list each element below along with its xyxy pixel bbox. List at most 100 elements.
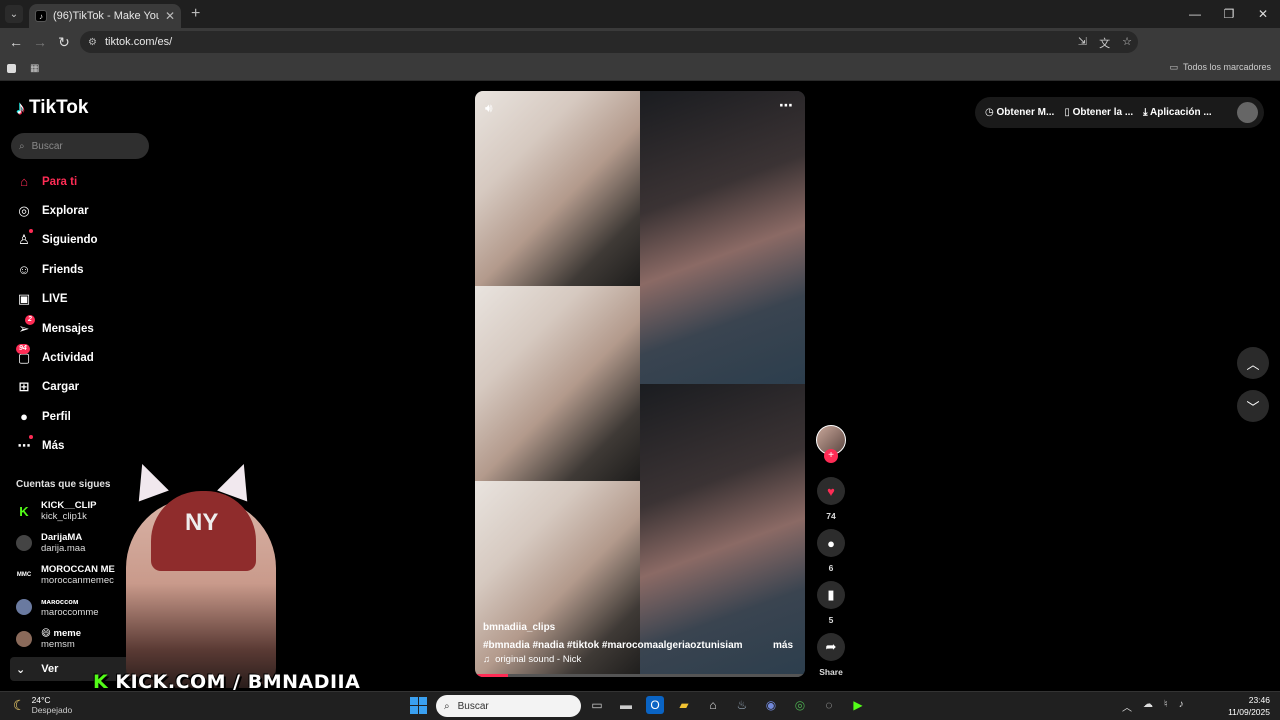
nav-label: Explorar bbox=[42, 205, 89, 218]
sidebar-item-explorar[interactable]: ◎ Explorar bbox=[16, 196, 156, 225]
translate-icon[interactable]: 文 bbox=[1099, 35, 1110, 51]
chrome-icon[interactable]: ◎ bbox=[791, 696, 809, 714]
comment-button[interactable]: ● 6 bbox=[815, 529, 847, 573]
taskbar-search[interactable]: ⌕ Buscar bbox=[436, 695, 581, 717]
video-progress[interactable] bbox=[475, 674, 805, 677]
browser-tab[interactable]: ♪ (96)TikTok - Make Your Day ✕ bbox=[29, 4, 181, 28]
like-button[interactable]: ♥ 74 bbox=[815, 477, 847, 521]
webcam-overlay: NY bbox=[96, 458, 314, 688]
kick-app-icon[interactable]: ▶ bbox=[849, 696, 867, 714]
tiktok-logo[interactable]: ♪ TikTok bbox=[16, 97, 88, 119]
back-button[interactable]: ← bbox=[4, 34, 28, 50]
forward-button[interactable]: → bbox=[28, 34, 52, 50]
nav-label: Friends bbox=[42, 263, 84, 276]
reload-button[interactable]: ↻ bbox=[52, 34, 76, 51]
ny-logo: NY bbox=[185, 509, 219, 536]
activity-icon: ▢ 94 bbox=[16, 344, 31, 366]
sidebar-item-para-ti[interactable]: ⌂ Para ti bbox=[16, 167, 156, 196]
follow-plus-icon[interactable]: + bbox=[824, 449, 838, 463]
get-app-button[interactable]: ▯ Obtener la ... bbox=[1064, 107, 1133, 118]
user-avatar[interactable] bbox=[1237, 102, 1258, 123]
following-account[interactable]: K KICK__CLIP kick_clip1k bbox=[16, 500, 96, 522]
kick-k: K bbox=[93, 671, 109, 693]
see-more-label: Ver bbox=[41, 663, 59, 675]
notification-dot bbox=[29, 435, 33, 440]
apps-grid-icon[interactable]: ▦ bbox=[30, 63, 39, 74]
task-view-icon[interactable]: ▭ bbox=[588, 696, 606, 714]
discord-icon[interactable]: ◉ bbox=[762, 696, 780, 714]
sidebar-item-actividad[interactable]: ▢ 94 Actividad bbox=[16, 343, 156, 372]
tab-search-button[interactable]: ⌄ bbox=[5, 5, 23, 23]
url-field[interactable]: ⚙ tiktok.com/es/ ⇲ 文 ☆ bbox=[80, 31, 1138, 53]
avatar: MMC bbox=[16, 567, 32, 583]
messages-badge: 2 bbox=[25, 314, 35, 325]
compass-icon: ◎ bbox=[18, 203, 30, 219]
widget-icon[interactable]: ▬ bbox=[617, 696, 635, 714]
volume-icon[interactable]: 🔊︎ bbox=[485, 101, 493, 116]
expand-caption-button[interactable]: más bbox=[773, 640, 793, 651]
sidebar-item-perfil[interactable]: ● Perfil bbox=[16, 402, 156, 431]
sidebar-item-live[interactable]: ▣ LIVE bbox=[16, 285, 156, 314]
sidebar-item-friends[interactable]: ☺ Friends bbox=[16, 255, 156, 284]
all-bookmarks-button[interactable]: ▭ Todos los marcadores bbox=[1169, 62, 1271, 73]
start-button[interactable] bbox=[410, 697, 427, 714]
sidebar-item-siguiendo[interactable]: ♙ Siguiendo bbox=[16, 226, 156, 255]
following-account[interactable]: DarijaMA darija.maa bbox=[16, 532, 85, 554]
video-more-icon[interactable]: ⋯ bbox=[779, 97, 793, 114]
video-hashtags[interactable]: #bmnadia #nadia #tiktok #marocomaalgeria… bbox=[483, 640, 745, 651]
cap-image: NY bbox=[151, 491, 256, 571]
previous-video-button[interactable]: ︿ bbox=[1237, 347, 1269, 379]
music-note-icon: ♫ bbox=[483, 654, 491, 665]
weather-status: Despejado bbox=[31, 705, 73, 715]
account-name: KICK__CLIP bbox=[41, 500, 97, 511]
save-button[interactable]: ▮ 5 bbox=[815, 581, 847, 625]
sidebar-item-cargar[interactable]: ⊞ Cargar bbox=[16, 373, 156, 402]
avatar bbox=[16, 535, 32, 551]
close-tab-icon[interactable]: ✕ bbox=[165, 9, 175, 23]
install-app-icon[interactable]: ⇲ bbox=[1078, 35, 1087, 51]
bookmark-star-icon[interactable]: ☆ bbox=[1122, 35, 1132, 51]
account-name: 😄 meme bbox=[41, 628, 82, 639]
following-account[interactable]: ᴍᴀʀᴏᴄᴄᴏᴍ maroccomme bbox=[16, 596, 99, 618]
new-tab-button[interactable]: + bbox=[191, 5, 200, 23]
desktop-app-button[interactable]: ⤓ Aplicación ... bbox=[1143, 107, 1212, 118]
share-button[interactable]: ➦ Share bbox=[815, 633, 847, 677]
weather-widget[interactable]: ☾ 24°C Despejado bbox=[13, 695, 72, 715]
site-info-icon[interactable]: ⚙ bbox=[88, 37, 97, 48]
system-tray: ︿ ☁ ♮ ♪ bbox=[1122, 699, 1184, 714]
app-icon[interactable]: ◌ bbox=[820, 696, 838, 714]
clock[interactable]: 23:46 11/09/2025 bbox=[1222, 694, 1270, 718]
more-icon: ⋯ bbox=[16, 435, 33, 454]
video-sound[interactable]: ♫ original sound - Nick bbox=[483, 654, 581, 665]
steam-icon[interactable]: ♨ bbox=[733, 696, 751, 714]
temperature: 24°C bbox=[31, 695, 51, 705]
file-explorer-icon[interactable]: ▰ bbox=[675, 696, 693, 714]
sidebar-item-mensajes[interactable]: ➢ 2 Mensajes bbox=[16, 314, 156, 343]
next-video-button[interactable]: ﹀ bbox=[1237, 390, 1269, 422]
creator-avatar[interactable]: + bbox=[815, 425, 847, 463]
volume-icon[interactable]: ♪ bbox=[1179, 699, 1184, 714]
restore-button[interactable]: ❐ bbox=[1212, 0, 1246, 28]
tiktok-note-icon: ♪ bbox=[16, 97, 25, 118]
browser-tab-strip: ⌄ ♪ (96)TikTok - Make Your Day ✕ + — ❐ ✕ bbox=[0, 0, 1280, 28]
close-window-button[interactable]: ✕ bbox=[1246, 0, 1280, 28]
windows-taskbar: ☾ 24°C Despejado ⌕ Buscar ▭ ▬ O ▰ ⌂ ♨ ◉ ◎ … bbox=[0, 691, 1280, 720]
search-icon: ⌕ bbox=[19, 140, 25, 152]
microphone-icon[interactable]: ♮ bbox=[1164, 699, 1168, 714]
sidebar-item-mas[interactable]: ⋯ Más bbox=[16, 432, 156, 461]
video-username[interactable]: bmnadiia_clips bbox=[483, 622, 555, 633]
search-placeholder: Buscar bbox=[31, 140, 63, 152]
minimize-button[interactable]: — bbox=[1178, 0, 1212, 28]
chevron-down-icon: ⌄ bbox=[16, 663, 26, 676]
chevron-up-icon[interactable]: ︿ bbox=[1122, 699, 1132, 714]
search-input[interactable]: ⌕ Buscar bbox=[11, 133, 149, 159]
get-coins-button[interactable]: ◷ Obtener M... bbox=[985, 107, 1054, 118]
outlook-icon[interactable]: O bbox=[646, 696, 664, 714]
video-player[interactable]: 🔊︎ ⋯ bmnadiia_clips #bmnadia #nadia #tik… bbox=[475, 91, 805, 677]
chevron-up-icon: ︿ bbox=[1246, 356, 1260, 372]
cloud-icon[interactable]: ☁ bbox=[1143, 699, 1153, 714]
bookmark-page-icon[interactable] bbox=[7, 63, 16, 73]
following-account[interactable]: 😄 meme memsm bbox=[16, 628, 81, 650]
store-icon[interactable]: ⌂ bbox=[704, 696, 722, 714]
cat-ear-left bbox=[127, 458, 169, 502]
